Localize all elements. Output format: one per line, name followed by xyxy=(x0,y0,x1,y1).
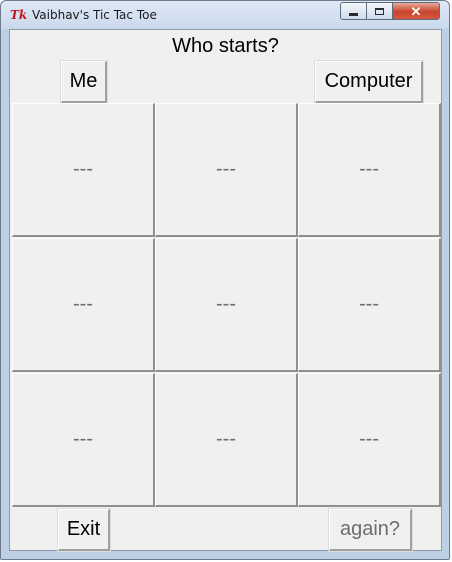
board-cell-8[interactable]: --- xyxy=(155,373,298,507)
board-cell-5[interactable]: --- xyxy=(155,238,298,372)
board-cell-3[interactable]: --- xyxy=(298,103,441,237)
computer-button[interactable]: Computer xyxy=(315,61,423,103)
board-cell-9[interactable]: --- xyxy=(298,373,441,507)
maximize-icon xyxy=(375,7,384,15)
board-cell-1[interactable]: --- xyxy=(12,103,155,237)
board-cell-6[interactable]: --- xyxy=(298,238,441,372)
close-button[interactable]: ✕ xyxy=(392,2,440,20)
window-title: Vaibhav's Tic Tac Toe xyxy=(32,8,157,22)
close-icon: ✕ xyxy=(410,3,422,19)
board-cell-4[interactable]: --- xyxy=(12,238,155,372)
game-panel: Who starts? Me Computer --- --- --- --- … xyxy=(9,29,442,551)
app-window: Tk Vaibhav's Tic Tac Toe ✕ Who starts? M… xyxy=(0,0,450,560)
title-bar[interactable]: Tk Vaibhav's Tic Tac Toe ✕ xyxy=(1,1,449,29)
board-cell-7[interactable]: --- xyxy=(12,373,155,507)
me-button[interactable]: Me xyxy=(61,61,107,103)
tic-tac-toe-board: --- --- --- --- --- --- --- --- --- xyxy=(12,103,441,507)
minimize-button[interactable] xyxy=(340,2,367,20)
who-starts-label: Who starts? xyxy=(172,35,279,57)
exit-button[interactable]: Exit xyxy=(58,509,110,551)
tk-app-icon: Tk xyxy=(10,8,28,22)
minimize-icon xyxy=(349,12,358,16)
play-again-button[interactable]: again? xyxy=(329,509,412,551)
board-cell-2[interactable]: --- xyxy=(155,103,298,237)
maximize-button[interactable] xyxy=(366,2,393,20)
